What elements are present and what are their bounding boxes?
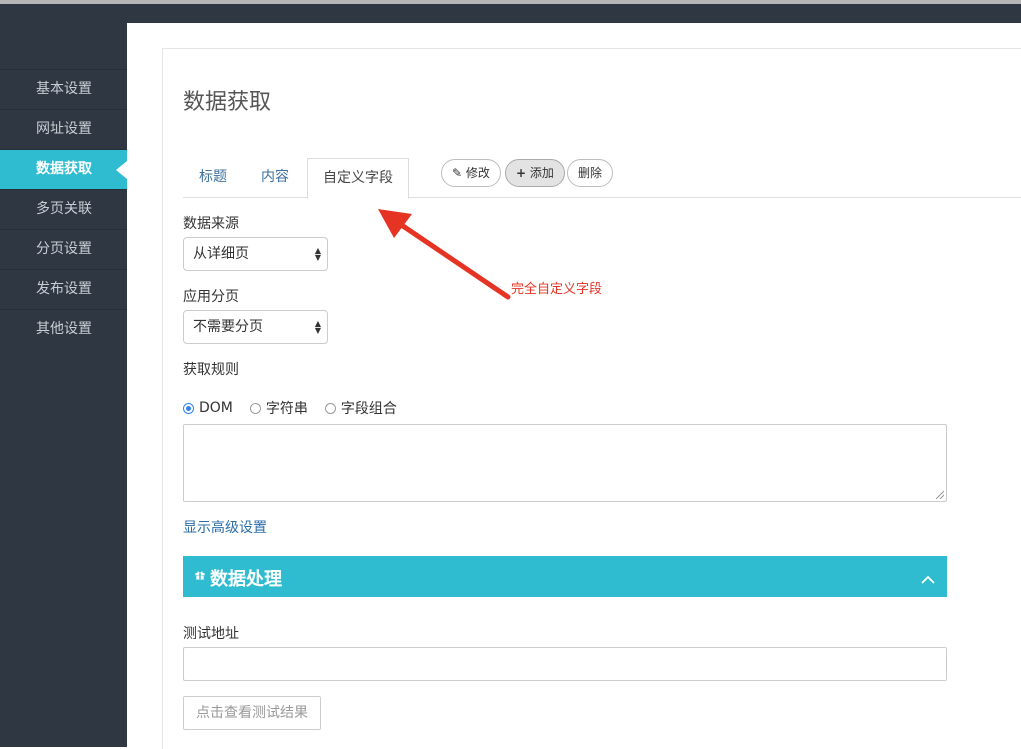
annotation-arrow-icon xyxy=(378,209,511,300)
annotation-text: 完全自定义字段 xyxy=(511,282,603,297)
